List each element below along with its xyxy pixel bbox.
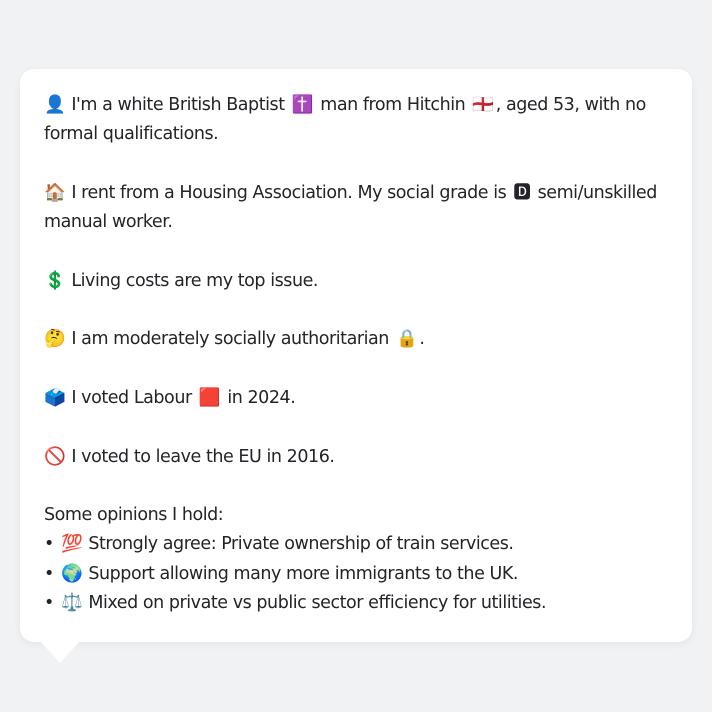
issue-text: Living costs are my top issue. [71, 270, 319, 291]
bullet-dot: • [44, 563, 54, 584]
persona-card: 👤 I'm a white British Baptist ✝️ man from… [20, 69, 692, 642]
person-icon: 👤 [44, 95, 66, 115]
opinion-item: • 💯 Strongly agree: Private ownership of … [44, 530, 668, 559]
opinions-heading: Some opinions I hold: [44, 505, 224, 526]
grade-d-icon: 🅳 [513, 182, 531, 203]
issue-line: 💲 Living costs are my top issue. [44, 267, 668, 296]
social-line: 🤔 I am moderately socially authoritarian … [44, 325, 668, 354]
opinions-section: Some opinions I hold: • 💯 Strongly agree:… [44, 501, 668, 618]
bullet-dot: • [44, 593, 54, 614]
housing-line-1: 🏠 I rent from a Housing Association. My s… [44, 179, 668, 208]
brexit-line: 🚫 I voted to leave the EU in 2016. [44, 443, 668, 472]
ballot-box-icon: 🗳️ [44, 387, 66, 408]
thinking-face-icon: 🤔 [44, 329, 66, 350]
bullet-dot: • [44, 534, 54, 555]
social-paragraph: 🤔 I am moderately socially authoritarian … [44, 325, 668, 354]
globe-icon: 🌍 [61, 563, 83, 584]
housing-text-2: semi/unskilled [537, 182, 658, 203]
hundred-points-icon: 💯 [61, 534, 83, 555]
prohibited-icon: 🚫 [44, 446, 66, 467]
identity-text-2: man from Hitchin [320, 95, 466, 115]
opinion-text: Support allowing many more immigrants to… [88, 563, 518, 584]
housing-paragraph: 🏠 I rent from a Housing Association. My s… [44, 179, 668, 238]
social-trailing-text: . [419, 329, 425, 350]
identity-line-2: formal qualifications. [44, 124, 219, 145]
vote2024-paragraph: 🗳️ I voted Labour 🟥 in 2024. [44, 384, 668, 413]
red-square-icon: 🟥 [198, 387, 221, 408]
house-icon: 🏠 [44, 182, 66, 203]
opinion-item: • 🌍 Support allowing many more immigrants… [44, 560, 668, 589]
housing-line-2: manual worker. [44, 212, 173, 233]
cross-icon: ✝️ [291, 95, 314, 115]
brexit-paragraph: 🚫 I voted to leave the EU in 2016. [44, 443, 668, 472]
vote2024-line: 🗳️ I voted Labour 🟥 in 2024. [44, 384, 668, 413]
housing-text-1: I rent from a Housing Association. My so… [71, 182, 507, 203]
issue-paragraph: 💲 Living costs are my top issue. [44, 267, 668, 296]
vote2024-text-2: in 2024. [227, 387, 296, 408]
social-text: I am moderately socially authoritarian [71, 329, 389, 350]
opinion-text: Mixed on private vs public sector effici… [88, 593, 547, 614]
england-flag-icon: 🏴󠁧󠁢󠁥󠁮󠁧󠁿 [472, 95, 494, 115]
identity-text-3: , aged 53, with no [495, 95, 647, 115]
vote2024-text-1: I voted Labour [71, 387, 192, 408]
identity-line-1: 👤 I'm a white British Baptist ✝️ man from… [44, 91, 668, 120]
brexit-text: I voted to leave the EU in 2016. [71, 446, 335, 467]
opinion-item: • ⚖️ Mixed on private vs public sector ef… [44, 589, 668, 618]
identity-text-1: I'm a white British Baptist [71, 95, 285, 115]
balance-scale-icon: ⚖️ [61, 593, 83, 614]
speech-bubble-tail [40, 641, 80, 663]
lock-icon: 🔒 [396, 329, 418, 350]
opinion-text: Strongly agree: Private ownership of tra… [88, 534, 514, 555]
dollar-icon: 💲 [44, 270, 66, 291]
identity-paragraph: 👤 I'm a white British Baptist ✝️ man from… [44, 91, 668, 150]
